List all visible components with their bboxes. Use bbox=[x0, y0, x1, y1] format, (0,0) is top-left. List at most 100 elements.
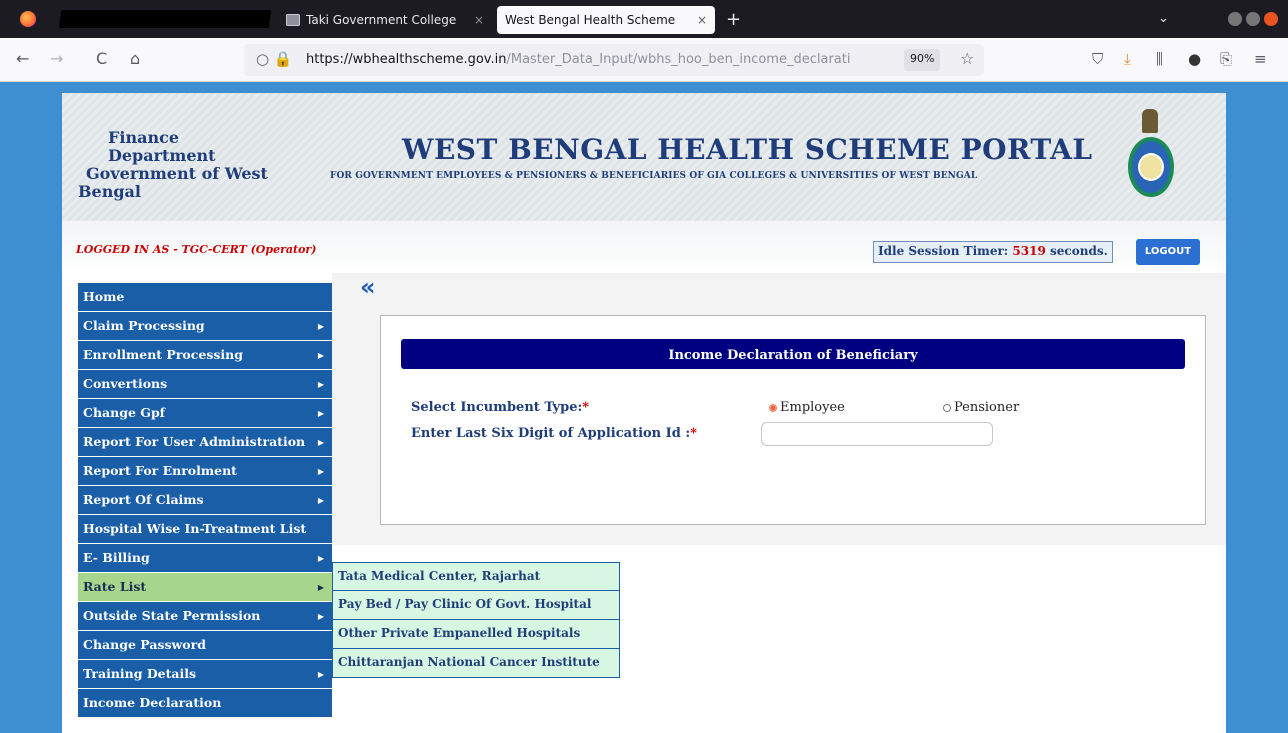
radio-pensioner-icon[interactable] bbox=[943, 403, 951, 412]
idle-unit: seconds. bbox=[1050, 244, 1108, 258]
maximize-window-icon[interactable] bbox=[1246, 12, 1260, 26]
sidebar-item-label: Training Details bbox=[83, 666, 197, 681]
web-page: Finance Department Government of West Be… bbox=[62, 93, 1226, 733]
submenu-arrow-icon: ▶ bbox=[317, 553, 324, 563]
application-id-input[interactable] bbox=[761, 422, 993, 446]
sidebar-item-e-billing[interactable]: E- Billing ▶ bbox=[78, 544, 332, 573]
required-mark: * bbox=[582, 400, 590, 415]
radio-employee-selected-icon[interactable] bbox=[769, 403, 777, 412]
logged-in-user: LOGGED IN AS - TGC-CERT (Operator) bbox=[76, 243, 317, 256]
sidebar-item-change-gpf[interactable]: Change Gpf ▶ bbox=[78, 399, 332, 428]
sidebar-item-label: Income Declaration bbox=[83, 695, 222, 710]
submenu-item-other-private[interactable]: Other Private Empanelled Hospitals bbox=[332, 620, 620, 649]
sidebar-item-label: Report For Enrolment bbox=[83, 463, 237, 478]
sidebar-item-income-declaration[interactable]: Income Declaration bbox=[78, 689, 332, 718]
url-bar[interactable]: ○ 🔒 https://wbhealthscheme.gov.in/Master… bbox=[244, 44, 984, 76]
sidebar-item-label: Report For User Administration bbox=[83, 434, 306, 449]
sidebar-item-label: Report Of Claims bbox=[83, 492, 204, 507]
dept-line-2: Government of West bbox=[86, 164, 268, 183]
tab-health-scheme[interactable]: West Bengal Health Scheme × bbox=[497, 6, 715, 34]
submenu-arrow-icon: ▶ bbox=[317, 408, 324, 418]
submenu-arrow-icon: ▶ bbox=[317, 611, 324, 621]
submenu-item-tata-medical[interactable]: Tata Medical Center, Rajarhat bbox=[332, 562, 620, 591]
submenu-item-pay-bed[interactable]: Pay Bed / Pay Clinic Of Govt. Hospital bbox=[332, 591, 620, 620]
pocket-icon[interactable]: ⛉ bbox=[1092, 50, 1103, 68]
sidebar-item-label: E- Billing bbox=[83, 550, 150, 565]
sidebar-item-hospital-in-treatment[interactable]: Hospital Wise In-Treatment List bbox=[78, 515, 332, 544]
sidebar-item-label: Home bbox=[83, 289, 125, 304]
firefox-logo-icon bbox=[20, 11, 36, 27]
tab-label: Taki Government College bbox=[306, 13, 457, 27]
back-arrow-icon[interactable]: ← bbox=[16, 49, 29, 68]
sidebar-item-label: Claim Processing bbox=[83, 318, 205, 333]
idle-session-timer: Idle Session Timer: 5319 seconds. bbox=[873, 241, 1113, 263]
forward-arrow-icon[interactable]: → bbox=[50, 49, 63, 68]
sidebar-item-label: Rate List bbox=[83, 579, 147, 594]
sidebar-item-rate-list[interactable]: Rate List ▶ bbox=[78, 573, 332, 602]
sidebar-item-label: Convertions bbox=[83, 376, 168, 391]
main-content: « Home Claim Processing ▶ Enrollment Proc… bbox=[62, 273, 1226, 733]
extensions-icon[interactable]: ⎘ bbox=[1220, 50, 1232, 68]
rate-list-submenu: Tata Medical Center, Rajarhat Pay Bed / … bbox=[332, 562, 620, 678]
tab-close-icon[interactable]: × bbox=[693, 13, 707, 27]
url-path: /Master_Data_Input/wbhs_hoo_ben_income_d… bbox=[506, 52, 851, 67]
sidebar-item-convertions[interactable]: Convertions ▶ bbox=[78, 370, 332, 399]
sidebar-item-home[interactable]: Home bbox=[78, 283, 332, 312]
sidebar-item-label: Hospital Wise In-Treatment List bbox=[83, 521, 307, 536]
close-window-icon[interactable] bbox=[1264, 12, 1278, 26]
dept-line-1: Finance Department bbox=[108, 128, 216, 165]
reload-icon[interactable]: C bbox=[96, 49, 107, 68]
submenu-arrow-icon: ▶ bbox=[317, 582, 324, 592]
zoom-level-button[interactable]: 90% bbox=[904, 49, 941, 71]
submenu-arrow-icon: ▶ bbox=[317, 495, 324, 505]
radio-employee-label: Employee bbox=[780, 400, 845, 415]
sidebar-item-label: Outside State Permission bbox=[83, 608, 261, 623]
new-tab-button[interactable]: + bbox=[726, 9, 741, 30]
sidebar-item-report-user-admin[interactable]: Report For User Administration ▶ bbox=[78, 428, 332, 457]
logout-button[interactable]: LOGOUT bbox=[1136, 239, 1200, 265]
library-icon[interactable]: ⫼ bbox=[1156, 50, 1163, 68]
site-security-icon[interactable]: ○ 🔒 bbox=[256, 50, 293, 68]
radio-employee[interactable]: Employee bbox=[769, 400, 845, 415]
department-name: Finance Department Government of West Be… bbox=[78, 129, 278, 201]
portal-subtitle: FOR GOVERNMENT EMPLOYEES & PENSIONERS & … bbox=[330, 171, 978, 181]
sidebar-menu: Home Claim Processing ▶ Enrollment Proces… bbox=[78, 283, 332, 718]
panel-heading: Income Declaration of Beneficiary bbox=[401, 339, 1185, 369]
income-declaration-panel: Income Declaration of Beneficiary Select… bbox=[380, 315, 1206, 525]
sidebar-item-label: Change Password bbox=[83, 637, 206, 652]
tab-list-chevron-icon[interactable]: ⌄ bbox=[1158, 11, 1169, 26]
submenu-arrow-icon: ▶ bbox=[317, 466, 324, 476]
sidebar-item-enrollment-processing[interactable]: Enrollment Processing ▶ bbox=[78, 341, 332, 370]
sidebar-item-report-claims[interactable]: Report Of Claims ▶ bbox=[78, 486, 332, 515]
downloads-icon[interactable]: ⤓ bbox=[1124, 50, 1131, 68]
sidebar-item-label: Enrollment Processing bbox=[83, 347, 243, 362]
dept-line-3: Bengal bbox=[78, 182, 141, 201]
tab-label: West Bengal Health Scheme bbox=[505, 13, 676, 27]
submenu-item-chittaranjan[interactable]: Chittaranjan National Cancer Institute bbox=[332, 649, 620, 678]
submenu-arrow-icon: ▶ bbox=[317, 350, 324, 360]
session-bar: LOGGED IN AS - TGC-CERT (Operator) Idle … bbox=[62, 221, 1226, 273]
browser-tab-bar: Taki Government College × West Bengal He… bbox=[0, 0, 1288, 38]
bookmark-star-icon[interactable]: ☆ bbox=[960, 49, 974, 68]
idle-seconds: 5319 bbox=[1012, 244, 1046, 258]
sidebar-item-training-details[interactable]: Training Details ▶ bbox=[78, 660, 332, 689]
redacted-area bbox=[58, 10, 272, 28]
tab-taki-college[interactable]: Taki Government College × bbox=[278, 6, 492, 34]
url-text[interactable]: https://wbhealthscheme.gov.in/Master_Dat… bbox=[306, 52, 896, 67]
collapse-menu-icon[interactable]: « bbox=[360, 273, 376, 301]
account-icon[interactable]: ● bbox=[1188, 50, 1201, 68]
tab-close-icon[interactable]: × bbox=[470, 13, 484, 27]
sidebar-item-label: Change Gpf bbox=[83, 405, 166, 420]
sidebar-item-claim-processing[interactable]: Claim Processing ▶ bbox=[78, 312, 332, 341]
sidebar-item-change-password[interactable]: Change Password bbox=[78, 631, 332, 660]
incumbent-type-label: Select Incumbent Type:* bbox=[411, 400, 590, 415]
radio-pensioner[interactable]: Pensioner bbox=[943, 400, 1019, 415]
home-icon[interactable]: ⌂ bbox=[130, 49, 140, 68]
sidebar-item-report-enrolment[interactable]: Report For Enrolment ▶ bbox=[78, 457, 332, 486]
url-host: https://wbhealthscheme.gov.in bbox=[306, 52, 507, 67]
browser-nav-bar: ← → C ⌂ ○ 🔒 https://wbhealthscheme.gov.i… bbox=[0, 38, 1288, 82]
submenu-arrow-icon: ▶ bbox=[317, 379, 324, 389]
menu-hamburger-icon[interactable]: ≡ bbox=[1254, 50, 1267, 68]
sidebar-item-outside-state-permission[interactable]: Outside State Permission ▶ bbox=[78, 602, 332, 631]
minimize-window-icon[interactable] bbox=[1228, 12, 1242, 26]
